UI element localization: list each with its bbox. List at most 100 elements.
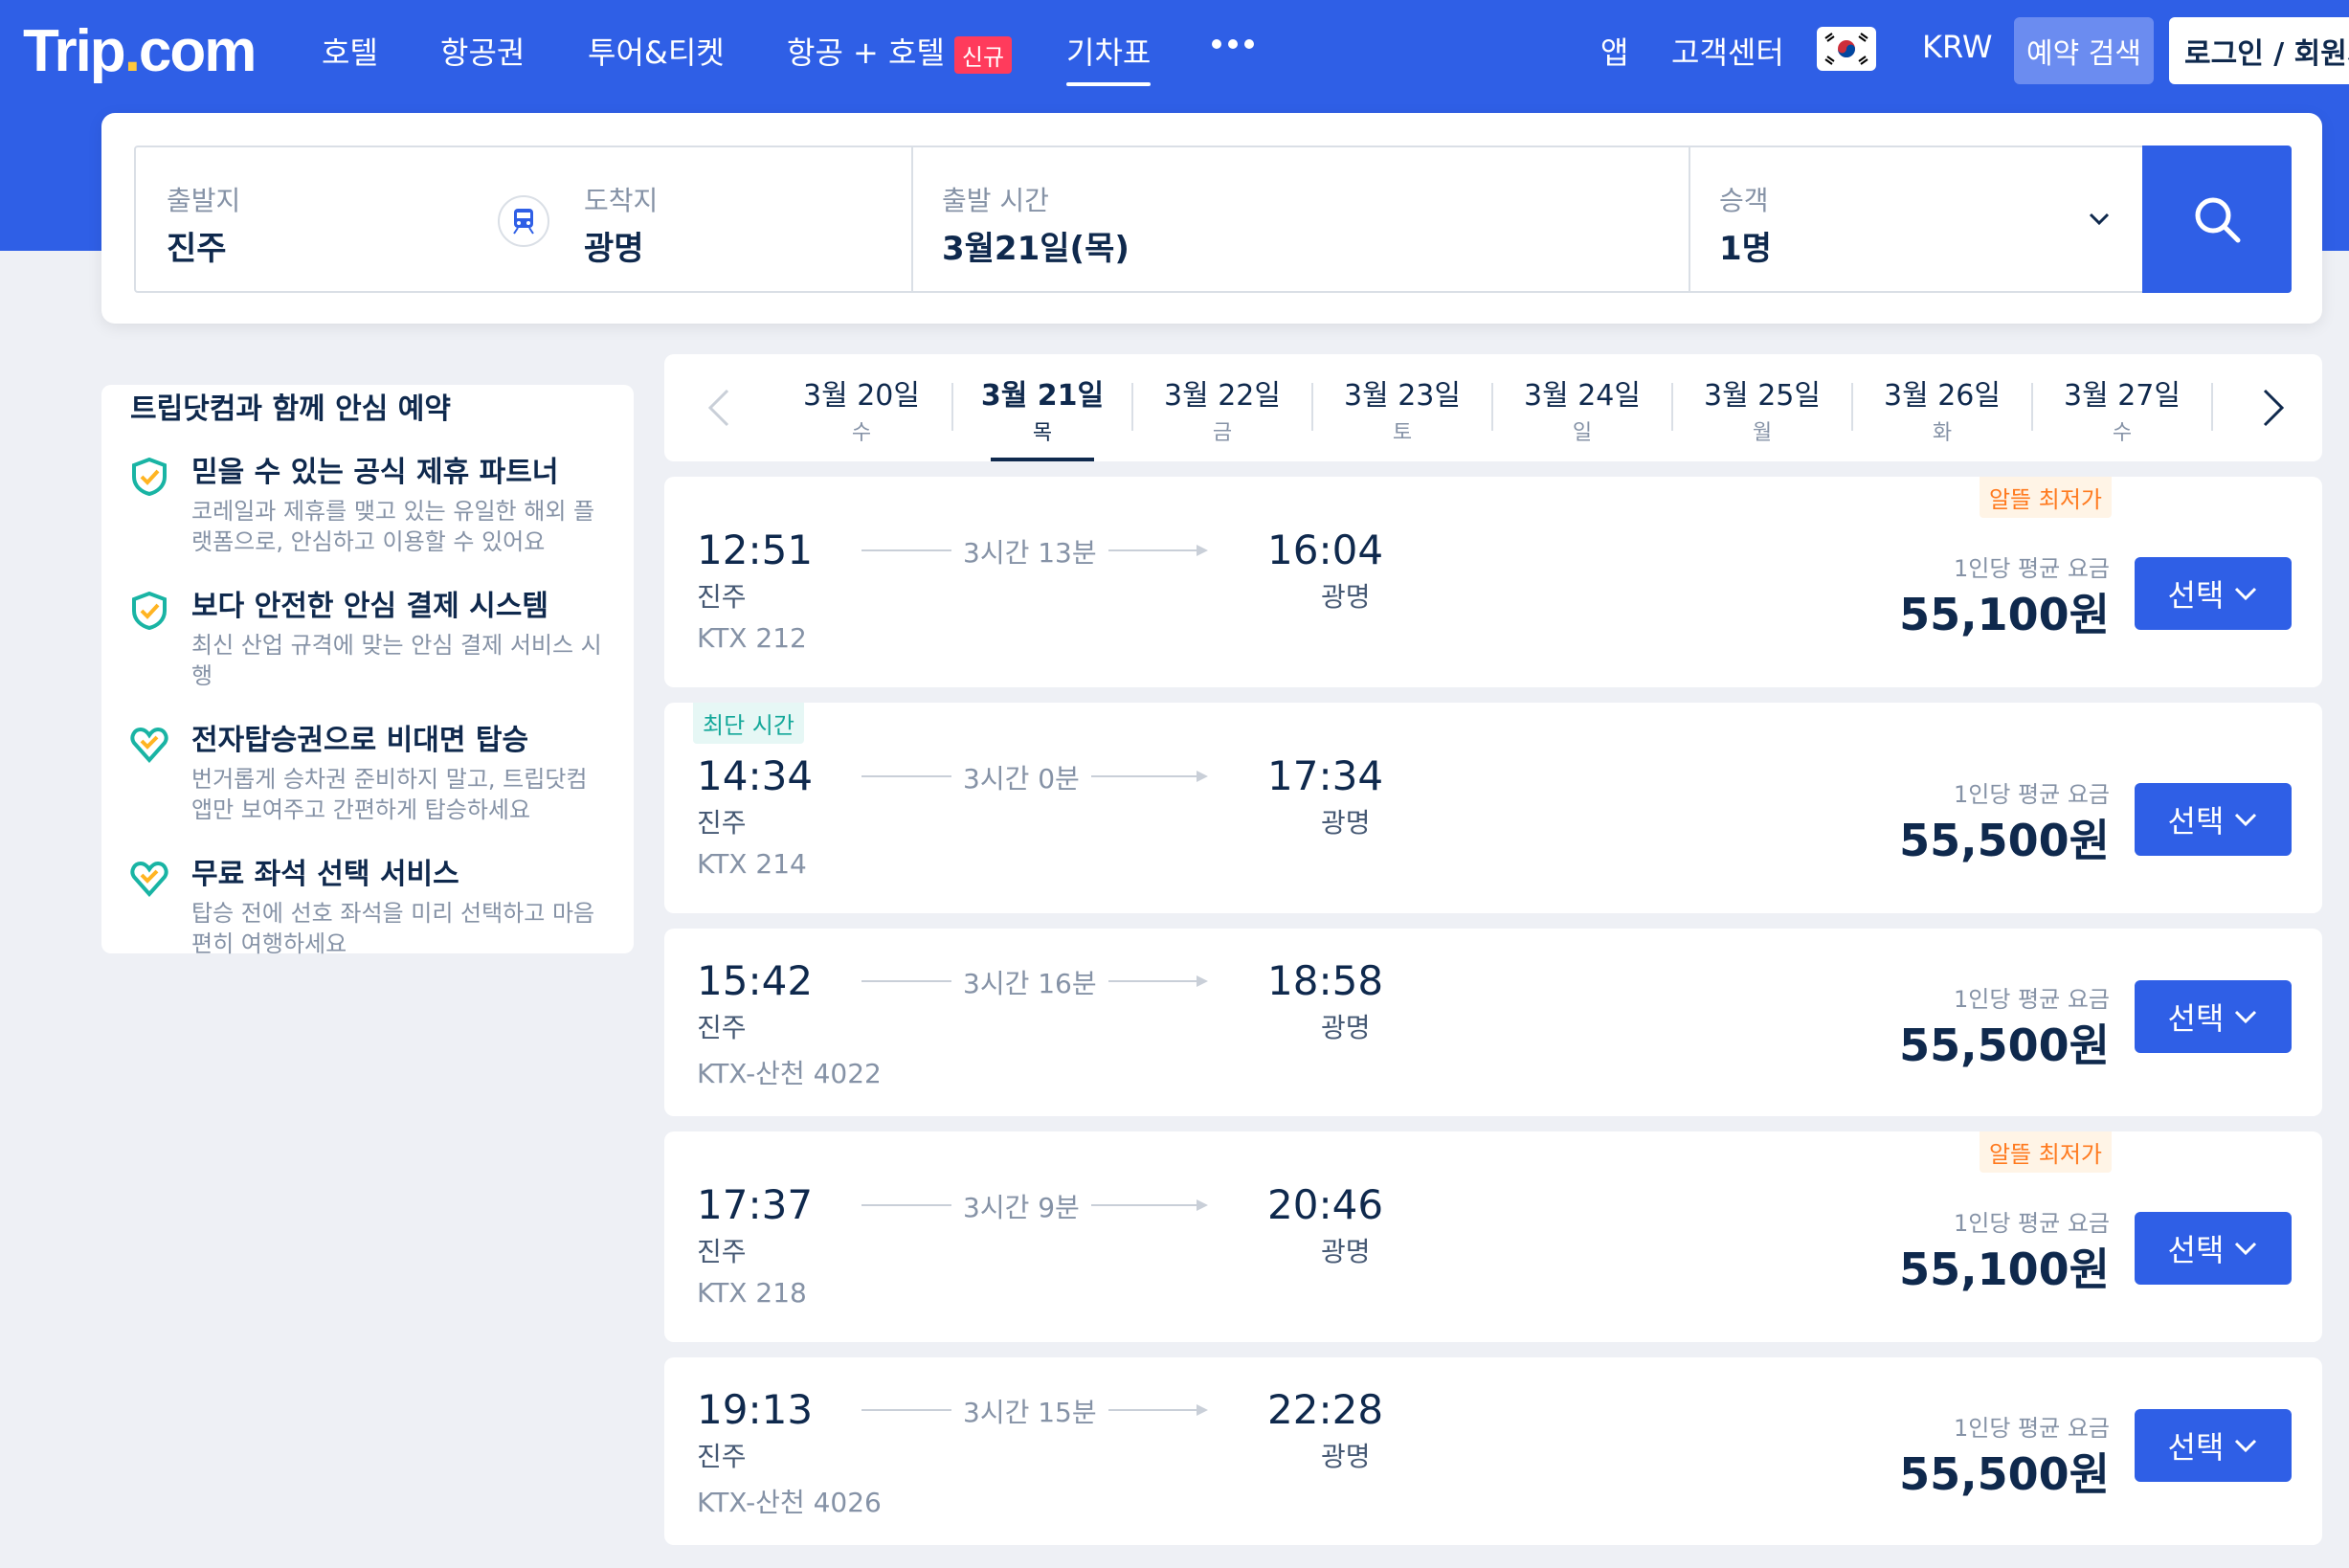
date-tab[interactable]: 3월 24일 일 (1492, 371, 1672, 461)
price: 55,500원 (1899, 1019, 2110, 1071)
price: 55,500원 (1899, 1448, 2110, 1500)
train-number: KTX-산천 4022 (697, 1058, 882, 1089)
select-button-label: 선택 (2167, 803, 2225, 840)
nav-app[interactable]: 앱 (1600, 29, 1628, 73)
train-result-card[interactable]: 19:13 진주 KTX-산천 4026 3시간 15분 22:28 광명 1인… (664, 1357, 2322, 1545)
price: 55,500원 (1899, 815, 2110, 866)
search-icon (2195, 197, 2241, 243)
currency-selector[interactable]: KRW (1922, 29, 1993, 65)
search-form: 출발지 진주 도착지 광명 출발 시간 3월21일(목) 승객 1명 (134, 146, 2146, 293)
origin-label: 출발지 (167, 185, 241, 216)
promo-item-title: 보다 안전한 안심 결제 시스템 (191, 590, 548, 623)
chevron-left-icon[interactable] (701, 387, 739, 429)
promo-item: 전자탑승권으로 비대면 탑승 번거롭게 승차권 준비하지 말고, 트립닷컴 앱만… (130, 716, 609, 823)
cheapest-tag: 알뜰 최저가 (1979, 1131, 2112, 1173)
chevron-down-icon (2235, 1010, 2257, 1024)
departure-time: 17:37 (697, 1181, 814, 1228)
date-tab[interactable]: 3월 26일 화 (1852, 371, 2032, 461)
select-button[interactable]: 선택 (2135, 980, 2292, 1053)
arrival-time: 16:04 (1267, 526, 1384, 573)
train-result-card[interactable]: 최단 시간 14:34 진주 KTX 214 3시간 0분 17:34 광명 1… (664, 703, 2322, 913)
logo[interactable]: Trip.com (23, 17, 257, 85)
select-button[interactable]: 선택 (2135, 1409, 2292, 1482)
promo-item-title: 무료 좌석 선택 서비스 (191, 858, 459, 891)
search-button[interactable] (2142, 146, 2292, 293)
select-button-label: 선택 (2167, 1232, 2225, 1268)
duration: 3시간 13분 (951, 532, 1108, 571)
nav-train[interactable]: 기차표 (1066, 29, 1152, 86)
promo-item: 무료 좌석 선택 서비스 탑승 전에 선호 좌석을 미리 선택하고 마음 편히 … (130, 850, 609, 957)
destination-field[interactable]: 도착지 광명 (584, 147, 871, 291)
departure-time: 12:51 (697, 526, 814, 573)
train-result-card[interactable]: 알뜰 최저가 17:37 진주 KTX 218 3시간 9분 20:46 광명 … (664, 1131, 2322, 1342)
arrival-station: 광명 (1321, 1441, 1371, 1472)
train-number: KTX-산천 4026 (697, 1487, 882, 1518)
date-tab-active[interactable]: 3월 21일 목 (952, 371, 1132, 461)
origin-value[interactable]: 진주 (167, 222, 227, 269)
origin-field[interactable]: 출발지 진주 (167, 147, 454, 291)
departure-station: 진주 (697, 1012, 747, 1043)
price-label: 1인당 평균 요금 (1953, 1415, 2110, 1442)
nav-flight-hotel-label: 항공 + 호텔 (787, 34, 945, 71)
promo-item-title: 믿을 수 있는 공식 제휴 파트너 (191, 456, 559, 489)
date-tab[interactable]: 3월 27일 수 (2032, 371, 2212, 461)
arrival-time: 17:34 (1267, 752, 1384, 799)
departure-station: 진주 (697, 807, 747, 839)
arrival-time: 18:58 (1267, 957, 1384, 1004)
login-signup-button[interactable]: 로그인 / 회원가입 (2169, 17, 2349, 84)
nav-tours[interactable]: 투어&티켓 (588, 29, 725, 73)
date-tab[interactable]: 3월 22일 금 (1132, 371, 1312, 461)
train-swap-icon[interactable] (498, 195, 549, 247)
train-result-card[interactable]: 알뜰 최저가 12:51 진주 KTX 212 3시간 13분 16:04 광명… (664, 477, 2322, 687)
price: 55,100원 (1899, 1243, 2110, 1295)
price-label: 1인당 평균 요금 (1953, 1210, 2110, 1237)
select-button[interactable]: 선택 (2135, 557, 2292, 630)
price-label: 1인당 평균 요금 (1953, 986, 2110, 1013)
duration: 3시간 0분 (951, 758, 1091, 796)
arrival-station: 광명 (1321, 807, 1371, 839)
passenger-field[interactable]: 승객 1명 (1719, 147, 2102, 291)
nav-flight-hotel[interactable]: 항공 + 호텔 신규 (787, 29, 1013, 74)
departure-time: 15:42 (697, 957, 814, 1004)
fastest-tag: 최단 시간 (693, 703, 804, 744)
select-button-label: 선택 (2167, 577, 2225, 614)
more-icon[interactable] (1212, 34, 1254, 54)
train-result-card[interactable]: 15:42 진주 KTX-산천 4022 3시간 16분 18:58 광명 1인… (664, 929, 2322, 1116)
chevron-right-icon[interactable] (2253, 387, 2292, 429)
divider (2211, 383, 2213, 431)
arrival-time: 22:28 (1267, 1386, 1384, 1433)
passenger-value[interactable]: 1명 (1719, 222, 1772, 269)
destination-value[interactable]: 광명 (584, 222, 644, 269)
date-tab[interactable]: 3월 25일 월 (1672, 371, 1852, 461)
departure-station: 진주 (697, 1236, 747, 1267)
date-tab[interactable]: 3월 23일 토 (1312, 371, 1492, 461)
departure-time: 14:34 (697, 752, 814, 799)
select-button-label: 선택 (2167, 1429, 2225, 1466)
reservation-search-button[interactable]: 예약 검색 (2014, 17, 2154, 84)
arrival-station: 광명 (1321, 1012, 1371, 1043)
heart-check-icon (130, 727, 168, 764)
select-button[interactable]: 선택 (2135, 783, 2292, 856)
chevron-down-icon (2235, 1439, 2257, 1453)
departure-time-value[interactable]: 3월21일(목) (942, 222, 1130, 269)
page: Trip.com 호텔 항공권 투어&티켓 항공 + 호텔 신규 기차표 앱 고객… (0, 0, 2349, 1568)
train-number: KTX 212 (697, 622, 807, 654)
departure-time-field[interactable]: 출발 시간 3월21일(목) (942, 147, 1612, 291)
duration: 3시간 9분 (951, 1187, 1091, 1225)
nav-hotel[interactable]: 호텔 (322, 29, 378, 73)
destination-label: 도착지 (584, 185, 659, 216)
duration: 3시간 16분 (951, 963, 1108, 1001)
promo-item-desc: 최신 산업 규격에 맞는 안심 결제 서비스 시행 (191, 632, 602, 689)
select-button[interactable]: 선택 (2135, 1212, 2292, 1285)
korea-flag-icon[interactable] (1817, 27, 1876, 71)
arrival-time: 20:46 (1267, 1181, 1384, 1228)
chevron-down-icon (2235, 587, 2257, 601)
promo-item: 믿을 수 있는 공식 제휴 파트너 코레일과 제휴를 맺고 있는 유일한 해외 … (130, 448, 609, 555)
chevron-down-icon[interactable] (2085, 205, 2114, 234)
date-tab[interactable]: 3월 20일 수 (772, 371, 951, 461)
passenger-label: 승객 (1719, 185, 1769, 216)
nav-customer-center[interactable]: 고객센터 (1671, 29, 1784, 73)
nav-flights[interactable]: 항공권 (440, 29, 525, 73)
heart-check-icon (130, 861, 168, 898)
promo-item-title: 전자탑승권으로 비대면 탑승 (191, 724, 529, 757)
